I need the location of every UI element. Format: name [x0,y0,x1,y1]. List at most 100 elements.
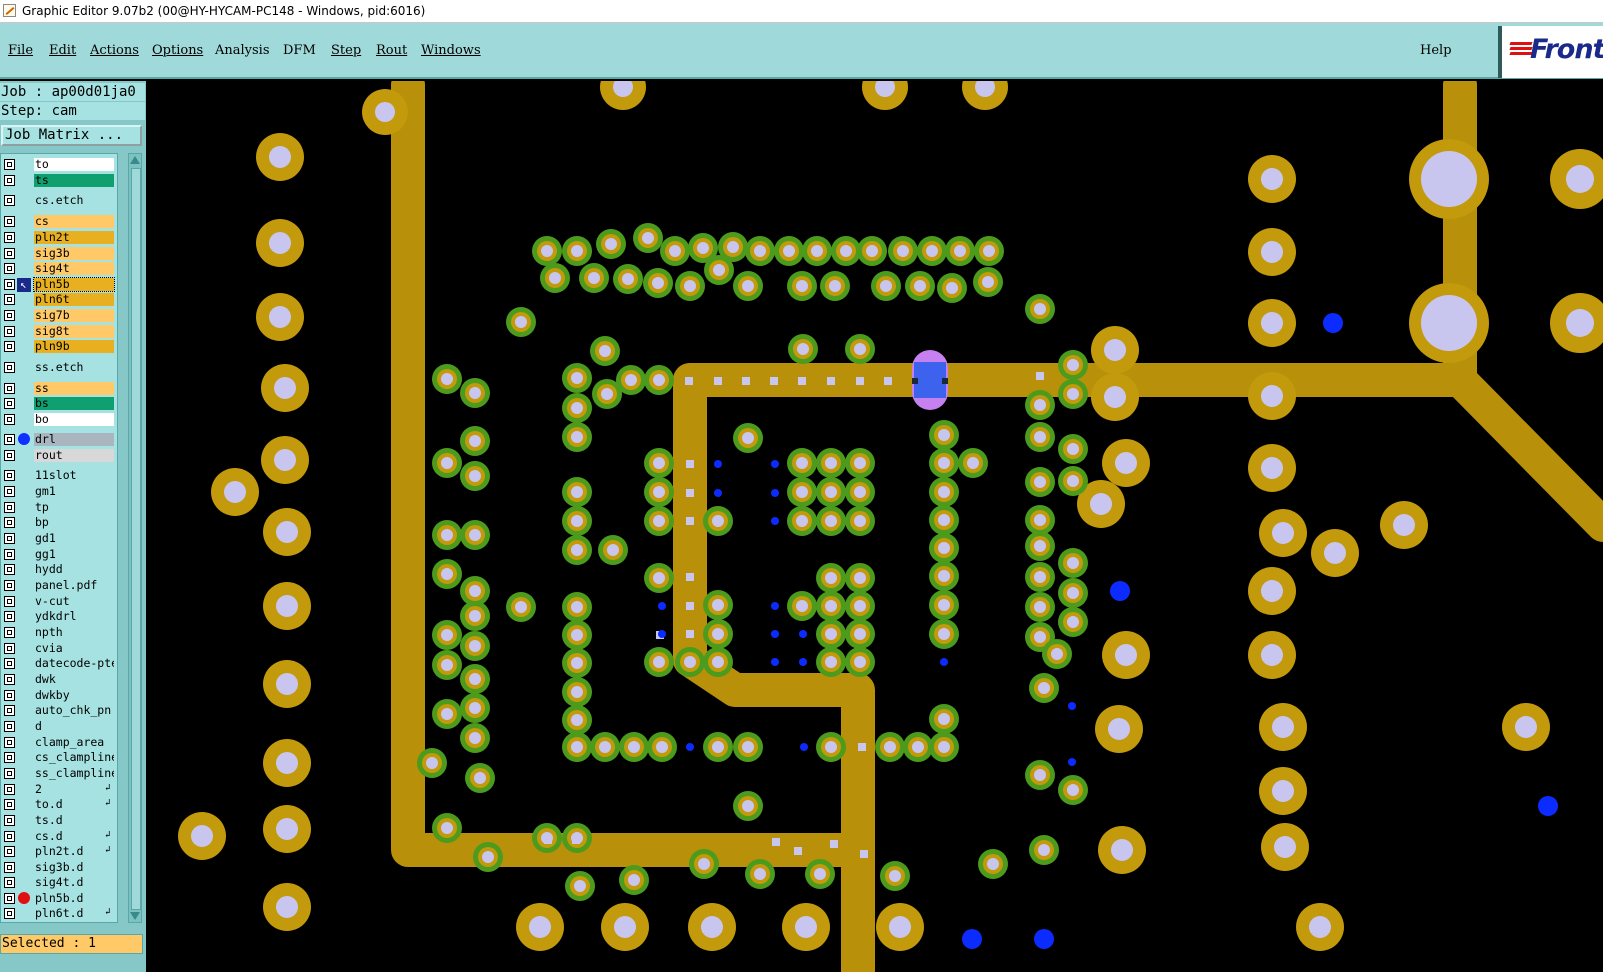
layer-checkbox[interactable] [4,263,15,274]
layer-checkbox[interactable] [4,862,15,873]
layer-row-auto-chk-pn[interactable]: auto_chk_pn [1,703,117,718]
layer-checkbox[interactable] [4,799,15,810]
layer-checkbox[interactable] [4,721,15,732]
layer-row-gg1[interactable]: gg1 [1,547,117,562]
scroll-up-icon[interactable] [130,156,140,164]
layer-row-dwk[interactable]: dwk [1,672,117,687]
layer-row-gm1[interactable]: gm1 [1,484,117,499]
layer-row-cs[interactable]: cs [1,214,117,229]
menu-dfm[interactable]: DFM [283,43,316,58]
layer-checkbox[interactable] [4,877,15,888]
layer-row-ydkdrl[interactable]: ydkdrl [1,609,117,624]
layer-row-to-d[interactable]: to.d ↲ [1,797,117,812]
layer-row-ts-d[interactable]: ts.d [1,813,117,828]
layer-checkbox[interactable] [4,737,15,748]
scroll-down-icon[interactable] [130,912,140,920]
menu-file[interactable]: File [8,43,33,58]
layer-row-sig7b[interactable]: sig7b [1,308,117,323]
layer-row-dwkby[interactable]: dwkby [1,688,117,703]
layer-checkbox[interactable] [4,195,15,206]
layer-row-sig4t[interactable]: sig4t [1,261,117,276]
layer-row-clamp-area[interactable]: clamp_area [1,735,117,750]
layer-checkbox[interactable] [4,232,15,243]
layer-checkbox[interactable] [4,450,15,461]
menu-edit[interactable]: Edit [49,43,76,58]
layer-row-gd1[interactable]: gd1 [1,531,117,546]
layer-checkbox[interactable] [4,674,15,685]
layer-checkbox[interactable] [4,596,15,607]
menu-analysis[interactable]: Analysis [215,43,270,58]
layer-row-cs-clampline[interactable]: cs_clampline [1,750,117,765]
layer-row-ss[interactable]: ss [1,381,117,396]
graphic-canvas[interactable] [146,81,1603,972]
menu-help[interactable]: Help [1420,43,1452,58]
layer-row-cs-d[interactable]: cs.d ↲ [1,829,117,844]
job-matrix-button[interactable]: Job Matrix ... [1,125,142,146]
layer-row-bs[interactable]: bs [1,396,117,411]
layer-checkbox[interactable] [4,846,15,857]
layer-row-pln6t-d[interactable]: pln6t.d ↲ [1,906,117,921]
layer-checkbox[interactable] [4,627,15,638]
layer-row-sig8t[interactable]: sig8t [1,324,117,339]
layer-row-cs-etch[interactable]: cs.etch [1,193,117,208]
layer-checkbox[interactable] [4,580,15,591]
layer-checkbox[interactable] [4,326,15,337]
layer-row-rout[interactable]: rout [1,448,117,463]
layer-row-panel-pdf[interactable]: panel.pdf [1,578,117,593]
layer-checkbox[interactable] [4,341,15,352]
layer-checkbox[interactable] [4,533,15,544]
layer-checkbox[interactable] [4,470,15,481]
layer-checkbox[interactable] [4,815,15,826]
layer-row-datecode-pte[interactable]: datecode-pte [1,656,117,671]
menu-rout[interactable]: Rout [376,43,407,58]
layer-checkbox[interactable] [4,658,15,669]
layer-row-npth[interactable]: npth [1,625,117,640]
layer-list-scrollbar[interactable] [128,153,142,923]
layer-row-pln2t[interactable]: pln2t [1,230,117,245]
layer-row-sig3b[interactable]: sig3b [1,246,117,261]
layer-row-to[interactable]: to [1,157,117,172]
layer-row-ss-clampline[interactable]: ss_clampline [1,766,117,781]
layer-checkbox[interactable] [4,908,15,919]
layer-checkbox[interactable] [4,294,15,305]
layer-row-d[interactable]: d [1,719,117,734]
layer-checkbox[interactable] [4,362,15,373]
layer-checkbox[interactable] [4,564,15,575]
menu-actions[interactable]: Actions [90,43,139,58]
layer-row-tp[interactable]: tp [1,500,117,515]
layer-row-pln5b[interactable]: ↖ pln5b [1,277,117,292]
layer-row-ts[interactable]: ts [1,173,117,188]
layer-checkbox[interactable] [4,159,15,170]
layer-row-ss-etch[interactable]: ss.etch [1,360,117,375]
menu-options[interactable]: Options [152,43,203,58]
layer-checkbox[interactable] [4,310,15,321]
layer-row-cvia[interactable]: cvia [1,641,117,656]
layer-row-sig4t-d[interactable]: sig4t.d [1,875,117,890]
layer-checkbox[interactable] [4,175,15,186]
layer-checkbox[interactable] [4,434,15,445]
layer-row-11slot[interactable]: 11slot [1,468,117,483]
layer-checkbox[interactable] [4,398,15,409]
layer-row-pln9b[interactable]: pln9b [1,339,117,354]
menu-windows[interactable]: Windows [421,43,481,58]
layer-row-bo[interactable]: bo [1,412,117,427]
layer-row-bp[interactable]: bp [1,515,117,530]
layer-row-pln6t[interactable]: pln6t [1,292,117,307]
layer-checkbox[interactable] [4,705,15,716]
layer-checkbox[interactable] [4,549,15,560]
layer-checkbox[interactable] [4,216,15,227]
layer-row-drl[interactable]: drl [1,432,117,447]
layer-row-pln5b-d[interactable]: pln5b.d [1,891,117,906]
layer-row-v-cut[interactable]: v-cut [1,594,117,609]
layer-checkbox[interactable] [4,502,15,513]
layer-row-2[interactable]: 2 ↲ [1,782,117,797]
layer-checkbox[interactable] [4,752,15,763]
scroll-thumb[interactable] [131,168,141,910]
layer-checkbox[interactable] [4,893,15,904]
layer-checkbox[interactable] [4,831,15,842]
layer-checkbox[interactable] [4,414,15,425]
layer-checkbox[interactable] [4,517,15,528]
layer-checkbox[interactable] [4,486,15,497]
layer-row-hydd[interactable]: hydd [1,562,117,577]
layer-checkbox[interactable] [4,643,15,654]
